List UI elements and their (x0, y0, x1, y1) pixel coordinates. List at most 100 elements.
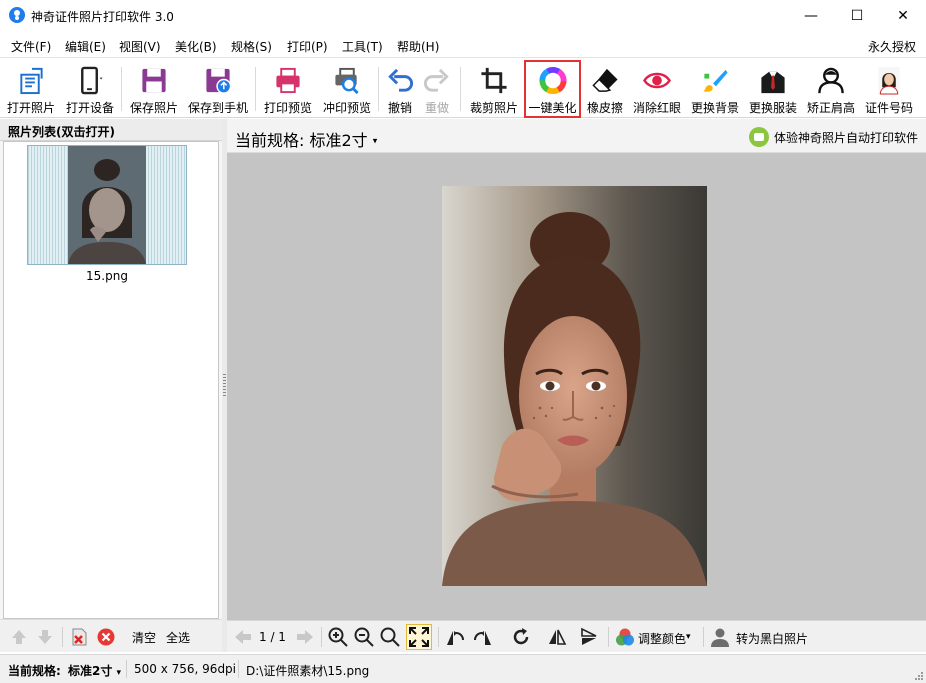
photo-list-title: 照片列表(双击打开) (0, 119, 222, 141)
correct-shoulder-button[interactable]: 矫正肩高 (803, 62, 859, 116)
redo-icon (423, 68, 449, 92)
save-to-phone-button[interactable]: 保存到手机 (185, 62, 251, 116)
status-bar: 当前规格: 标准2寸 ▾ 500 x 756, 96dpi D:\证件照素材\1… (0, 654, 926, 683)
open-photo-icon (20, 67, 43, 95)
minimize-button[interactable]: — (788, 0, 834, 31)
adjust-color-button[interactable]: 调整颜色 ▾ (615, 621, 695, 653)
print-preview-icon (335, 67, 359, 95)
spec-selector[interactable]: 当前规格: 标准2寸 ▾ (235, 127, 377, 151)
spec-value: 标准2寸 (309, 131, 368, 150)
zoom-out-icon[interactable] (354, 627, 374, 647)
photo-list-panel: 照片列表(双击打开) 15.png 清空 全选 (0, 119, 222, 652)
maximize-button[interactable]: ☐ (834, 0, 880, 31)
develop-preview-button[interactable]: 冲印预览 (318, 62, 376, 116)
print-preview-button[interactable]: 打印预览 (259, 62, 317, 116)
convert-bw-label: 转为黑白照片 (736, 632, 809, 646)
id-photo-icon (878, 66, 900, 95)
zoom-actual-icon[interactable] (380, 627, 400, 647)
spec-header: 当前规格: 标准2寸 ▾ 体验神奇照片自动打印软件 (227, 119, 926, 153)
menu-print[interactable]: 打印(P) (287, 38, 328, 55)
menu-bar: 文件(F) 编辑(E) 视图(V) 美化(B) 规格(S) 打印(P) 工具(T… (0, 34, 926, 58)
close-button[interactable]: ✕ (880, 0, 926, 31)
app-logo-icon (9, 7, 25, 23)
person-silhouette-icon (711, 628, 729, 647)
clear-button[interactable]: 清空 (132, 629, 156, 646)
menu-beautify[interactable]: 美化(B) (175, 38, 217, 55)
photo-thumbnail[interactable] (27, 145, 187, 265)
color-wheel-icon (538, 66, 567, 95)
chevron-down-icon: ▾ (686, 632, 691, 642)
remove-red-eye-button[interactable]: 消除红眼 (629, 62, 685, 116)
open-device-button[interactable]: 打开设备 (62, 62, 118, 116)
undo-icon (388, 68, 414, 92)
menu-help[interactable]: 帮助(H) (397, 38, 439, 55)
eraser-icon (592, 68, 618, 92)
change-clothes-button[interactable]: 更换服装 (745, 62, 801, 116)
next-page-icon[interactable] (295, 627, 315, 647)
remove-all-icon[interactable] (97, 628, 115, 646)
prev-page-icon[interactable] (233, 627, 253, 647)
image-info: 500 x 756, 96dpi (134, 662, 237, 676)
adjust-color-label: 调整颜色 (638, 632, 687, 646)
toolbar-separator (438, 627, 439, 647)
photo-canvas[interactable] (227, 153, 926, 620)
rotate-left-icon[interactable] (445, 627, 465, 647)
change-background-button[interactable]: 更换背景 (687, 62, 743, 116)
menu-view[interactable]: 视图(V) (119, 38, 161, 55)
convert-bw-button[interactable]: 转为黑白照片 (710, 621, 820, 653)
one-click-beautify-button[interactable]: 一键美化 (524, 60, 581, 118)
photo-list[interactable]: 15.png (3, 141, 219, 619)
page-indicator: 1 / 1 (259, 630, 286, 644)
open-photo-button[interactable]: 打开照片 (3, 62, 59, 116)
photo-list-actions: 清空 全选 (0, 619, 222, 652)
eraser-button[interactable]: 橡皮擦 (583, 62, 627, 116)
toolbar-separator (460, 67, 461, 111)
toolbar-separator (321, 627, 322, 647)
fit-window-button[interactable] (406, 624, 432, 650)
select-all-button[interactable]: 全选 (166, 629, 190, 646)
redo-button[interactable]: 重做 (420, 62, 454, 116)
menu-file[interactable]: 文件(F) (11, 38, 51, 55)
trial-software-icon (748, 127, 769, 147)
thumbnail-filename: 15.png (86, 269, 128, 283)
menu-spec[interactable]: 规格(S) (231, 38, 272, 55)
save-icon (142, 68, 166, 93)
actions-separator (62, 627, 63, 647)
status-separator (126, 660, 127, 678)
license-status[interactable]: 永久授权 (868, 38, 916, 55)
toolbar-separator (378, 67, 379, 111)
zoom-in-icon[interactable] (328, 627, 348, 647)
save-photo-button[interactable]: 保存照片 (126, 62, 182, 116)
menu-tools[interactable]: 工具(T) (342, 38, 383, 55)
flip-horizontal-icon[interactable] (547, 627, 567, 647)
status-spec-selector[interactable]: 标准2寸 ▾ (68, 662, 121, 679)
trial-auto-print-link[interactable]: 体验神奇照片自动打印软件 (748, 127, 918, 147)
rotate-right-icon[interactable] (473, 627, 493, 647)
rotate-icon[interactable] (511, 627, 531, 647)
undo-button[interactable]: 撤销 (383, 62, 417, 116)
delete-file-icon[interactable] (70, 628, 88, 646)
suit-icon (761, 71, 785, 94)
red-eye-icon (642, 72, 672, 89)
toolbar-separator (121, 67, 122, 111)
portrait-photo[interactable] (442, 186, 707, 586)
move-down-icon[interactable] (36, 628, 54, 646)
title-bar: 神奇证件照片打印软件 3.0 — ☐ ✕ (0, 0, 926, 32)
status-spec-value: 标准2寸 (68, 664, 113, 678)
menu-edit[interactable]: 编辑(E) (65, 38, 106, 55)
splitter-grip[interactable] (223, 374, 226, 398)
id-number-button[interactable]: 证件号码 (861, 62, 917, 116)
main-toolbar: 打开照片 打开设备 保存照片 保存到手机 打印预览 冲印预览 撤销 重做 裁剪照… (0, 59, 926, 118)
flip-vertical-icon[interactable] (579, 627, 599, 647)
status-separator (238, 660, 239, 678)
toolbar-separator (255, 67, 256, 111)
toolbar-separator (608, 627, 609, 647)
crop-icon (481, 67, 507, 94)
chevron-down-icon: ▾ (116, 668, 122, 678)
brush-icon (703, 69, 728, 92)
crop-photo-button[interactable]: 裁剪照片 (465, 62, 523, 116)
thumbnail-image (68, 146, 146, 264)
move-up-icon[interactable] (10, 628, 28, 646)
resize-grip-icon[interactable] (913, 670, 923, 680)
window-title: 神奇证件照片打印软件 3.0 (31, 10, 174, 24)
